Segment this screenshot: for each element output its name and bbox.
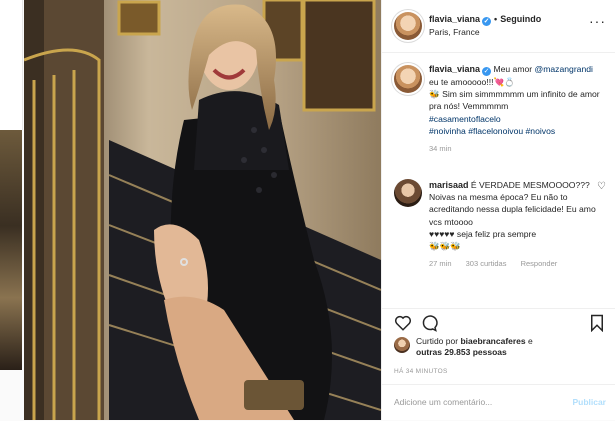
like-heart-icon[interactable] — [394, 314, 412, 332]
save-bookmark-icon[interactable] — [588, 314, 606, 332]
publish-button[interactable]: Publicar — [572, 397, 606, 407]
comment-text: marisaad É VERDADE MESMOOOO??? Noivas na… — [429, 179, 597, 270]
verified-badge-icon: ✓ — [482, 67, 492, 76]
caption-body-mid: eu te amooooo!!!💘💍 — [429, 77, 515, 87]
comment-bubble-icon[interactable] — [420, 314, 438, 332]
photo-illustration — [24, 0, 381, 420]
previous-post-thumbnail[interactable] — [0, 130, 22, 370]
hashtag-link[interactable]: #flacelonoivou — [468, 126, 523, 136]
add-comment-bar: Adicione um comentário... Publicar — [382, 384, 615, 421]
liker-username[interactable]: biaebrancaferes — [460, 336, 525, 346]
reply-button[interactable]: Responder — [521, 259, 558, 268]
caption-timestamp: 34 min — [429, 144, 452, 154]
hashtag-link[interactable]: #noivinha — [429, 126, 466, 136]
caption-body-start: Meu amor — [493, 64, 533, 74]
caption-username[interactable]: flavia_viana — [429, 64, 480, 74]
other-likes-link[interactable]: outras 29.853 pessoas — [416, 347, 507, 357]
hashtag-link[interactable]: #casamentoflacelo — [429, 114, 501, 124]
caption-author-avatar[interactable] — [394, 65, 422, 93]
separator-dot: • — [494, 14, 498, 24]
comment-timestamp: 27 min — [429, 259, 452, 269]
post-age: HÁ 34 MINUTOS — [394, 368, 448, 375]
post-location[interactable]: Paris, France — [429, 27, 480, 37]
caption-mention[interactable]: @mazangrandi — [535, 64, 593, 74]
comment-input[interactable]: Adicione um comentário... — [394, 397, 492, 407]
comment-body-line2: ♥♥♥♥♥ seja feliz pra sempre — [429, 228, 537, 239]
post-header: flavia_viana ✓ • Seguindo Paris, France ··· — [382, 0, 615, 53]
previous-post-strip — [0, 0, 24, 420]
comment-meta: 27 min 303 curtidas Responder — [429, 258, 597, 270]
action-bar — [382, 308, 615, 337]
author-row: flavia_viana ✓ • Seguindo — [429, 14, 541, 26]
likes-text: Curtido por biaebrancaferes e outras 29.… — [416, 336, 606, 358]
post-sidebar: flavia_viana ✓ • Seguindo Paris, France ···… — [381, 0, 615, 420]
liker-avatar[interactable] — [394, 337, 410, 353]
caption-body-line2: 🐝 Sim sim simmmmmm um infinito de amor p… — [429, 89, 600, 112]
comment-like-heart-icon[interactable]: ♡ — [597, 181, 606, 192]
comment-like-count[interactable]: 303 curtidas — [466, 259, 507, 268]
caption-text: flavia_viana ✓ Meu amor @mazangrandi eu t… — [429, 63, 601, 155]
comment-body-line3: 🐝🐝🐝 — [429, 241, 462, 252]
author-avatar[interactable] — [394, 12, 422, 40]
commenter-avatar[interactable] — [394, 179, 422, 207]
comments-section: flavia_viana ✓ Meu amor @mazangrandi eu t… — [382, 53, 615, 308]
hashtag-link[interactable]: #noivos — [526, 126, 556, 136]
author-username[interactable]: flavia_viana — [429, 14, 480, 24]
likes-conjunction: e — [528, 336, 533, 346]
verified-badge-icon: ✓ — [482, 17, 492, 26]
more-options-icon[interactable]: ··· — [589, 13, 606, 29]
post-photo[interactable] — [24, 0, 381, 420]
commenter-username[interactable]: marisaad — [429, 180, 469, 190]
liked-by-prefix: Curtido por — [416, 336, 459, 346]
previous-post-edge — [0, 0, 23, 130]
following-button[interactable]: Seguindo — [500, 14, 541, 24]
